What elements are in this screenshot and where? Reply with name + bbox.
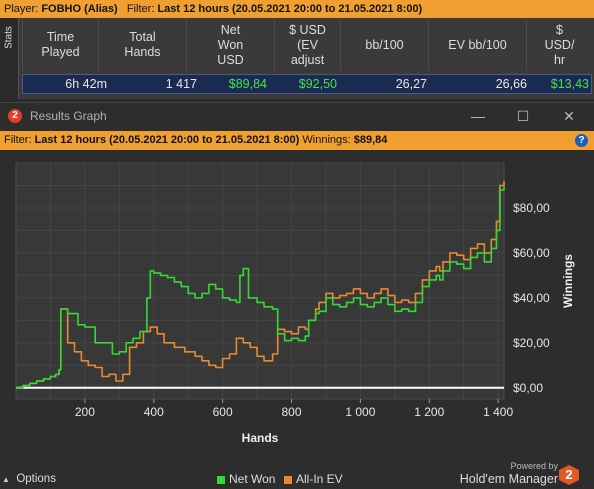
x-tick-label: 600 xyxy=(213,405,233,419)
product-name: Hold'em Manager xyxy=(459,472,558,486)
x-tick-label: 400 xyxy=(144,405,164,419)
x-tick-label: 1 400 xyxy=(483,405,513,419)
legend-label: Net Won xyxy=(229,472,276,486)
triangle-up-icon: ▲ xyxy=(2,475,10,484)
legend-swatch xyxy=(217,475,225,484)
legend-label: All-In EV xyxy=(296,472,343,486)
options-label: Options xyxy=(16,473,56,485)
x-axis-title: Hands xyxy=(242,431,279,445)
y-tick-label: $0,00 xyxy=(513,381,543,395)
y-tick-label: $20,00 xyxy=(513,336,550,350)
y-tick-label: $80,00 xyxy=(513,201,550,215)
x-tick-label: 1 000 xyxy=(345,405,375,419)
x-tick-label: 200 xyxy=(75,405,95,419)
powered-by-text: Powered by xyxy=(510,461,558,471)
legend-net-won[interactable]: Net Won xyxy=(217,470,275,488)
x-tick-label: 1 200 xyxy=(414,405,444,419)
x-tick-label: 800 xyxy=(281,405,301,419)
y-tick-label: $40,00 xyxy=(513,291,550,305)
legend-swatch xyxy=(284,475,292,484)
options-button[interactable]: ▲ Options xyxy=(2,470,56,488)
legend-all-in-ev[interactable]: All-In EV xyxy=(284,470,343,488)
plot-area xyxy=(15,162,505,400)
results-chart: $0,00 $20,00 $40,00 $60,00 $80,00 200 400 600 80… xyxy=(15,162,575,445)
y-tick-label: $60,00 xyxy=(513,246,550,260)
y-axis-title: Winnings xyxy=(561,254,575,308)
